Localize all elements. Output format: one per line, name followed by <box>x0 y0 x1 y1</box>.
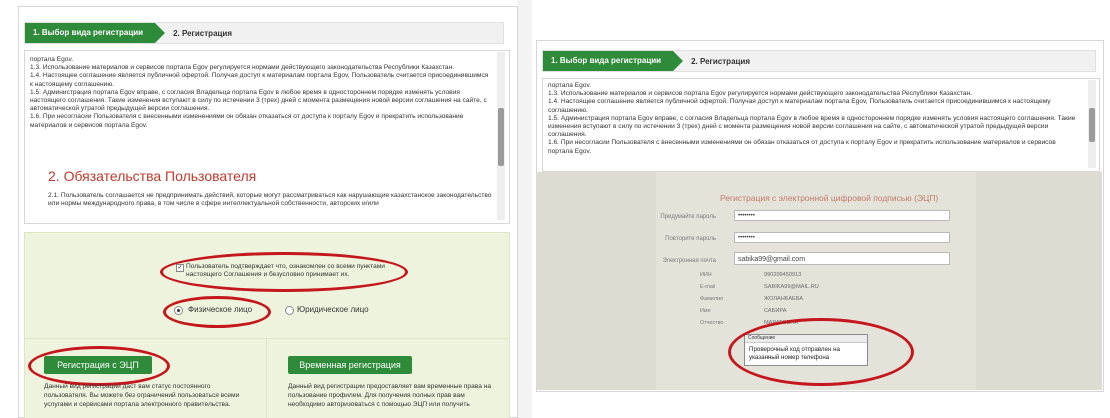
agreement-para-3: 1.5. Администрация портала Egov вправе, … <box>30 88 487 113</box>
right-screenshot: 1. Выбор вида регистрации 2. Регистрация… <box>532 0 1110 418</box>
section-2-text: 2.1. Пользователь соглашается не предпри… <box>48 192 492 209</box>
step-1-tab-right[interactable]: 1. Выбор вида регистрации <box>543 51 684 71</box>
agreement-r-para-2: 1.4. Настоящее соглашение является публи… <box>548 98 1051 114</box>
step-2-tab-right[interactable]: 2. Регистрация <box>691 57 750 66</box>
info-value-name: САБИРА <box>764 308 787 314</box>
section-2-title: 2. Обязательства Пользователя <box>48 168 257 184</box>
form-title: Регистрация с электронной цифровой подпи… <box>720 193 939 203</box>
password-input[interactable]: •••••••• <box>734 210 950 221</box>
temporary-registration-button[interactable]: Временная регистрация <box>288 356 412 374</box>
eds-description: Данный вид регистрации даст вам статус п… <box>44 383 240 408</box>
agreement-para-2: 1.4. Настоящее соглашение является публи… <box>30 72 489 88</box>
info-value-surname: ЖОЛАНБАЕВА <box>764 296 804 302</box>
temporary-description: Данный вид регистрации предоставляет вам… <box>288 383 491 408</box>
info-label-patronymic: Отчество <box>700 320 724 326</box>
agreement-text: портала Egov. 1.3. Использование материа… <box>30 56 492 160</box>
agreement-para-0: портала Egov. <box>30 56 74 63</box>
agreement-text-right: портала Egov. 1.3. Использование материа… <box>548 82 1076 168</box>
repeat-password-input[interactable]: •••••••• <box>734 232 950 243</box>
info-label-surname: Фамилия <box>700 296 723 302</box>
steps-nav: 1. Выбор вида регистрации 2. Регистрация <box>25 23 232 43</box>
agreement-r-para-0: портала Egov. <box>548 82 592 89</box>
email-label: Электронная почта <box>662 258 716 264</box>
info-label-iin: ИИН <box>700 272 712 278</box>
agreement-r-para-4: 1.6. При несогласии Пользователя с внесе… <box>548 139 1056 155</box>
annotation-ellipse-confirm <box>160 252 408 292</box>
screenshot-separator <box>518 0 532 418</box>
password-label: Придумайте пароль <box>660 214 716 220</box>
info-label-email: E-mail <box>700 284 716 290</box>
email-input[interactable]: sabika99@gmail.com <box>734 252 950 265</box>
agreement-scrollbar[interactable] <box>497 52 505 220</box>
section-2-para: 2.1. Пользователь соглашается не предпри… <box>48 192 492 208</box>
agreement-scrollbar-right[interactable] <box>1088 80 1096 168</box>
step-2-tab[interactable]: 2. Регистрация <box>173 29 232 38</box>
annotation-ellipse-eds <box>28 346 170 386</box>
annotation-ellipse-physical <box>163 296 271 328</box>
step-1-tab[interactable]: 1. Выбор вида регистрации <box>25 23 166 43</box>
scrollbar-thumb-right[interactable] <box>1089 108 1095 142</box>
radio-legal-label: Юридическое лицо <box>297 305 369 314</box>
agreement-para-4: 1.6. При несогласии Пользователя с внесе… <box>30 113 464 129</box>
info-value-email: SABIKA99@MAIL.RU <box>764 284 819 290</box>
repeat-password-label: Повторите пароль <box>665 236 716 242</box>
steps-nav-right: 1. Выбор вида регистрации 2. Регистрация <box>543 51 750 71</box>
agreement-r-para-3: 1.5. Администрация портала Egov вправе, … <box>548 114 1076 139</box>
options-vertical-divider <box>266 338 267 418</box>
info-label-name: Имя <box>700 308 711 314</box>
info-value-iin: 990209450913 <box>764 272 802 278</box>
scrollbar-thumb[interactable] <box>498 108 504 166</box>
left-screenshot: 1. Выбор вида регистрации 2. Регистрация… <box>0 0 518 418</box>
annotation-ellipse-message <box>728 318 914 386</box>
radio-legal-entity[interactable] <box>285 306 294 315</box>
